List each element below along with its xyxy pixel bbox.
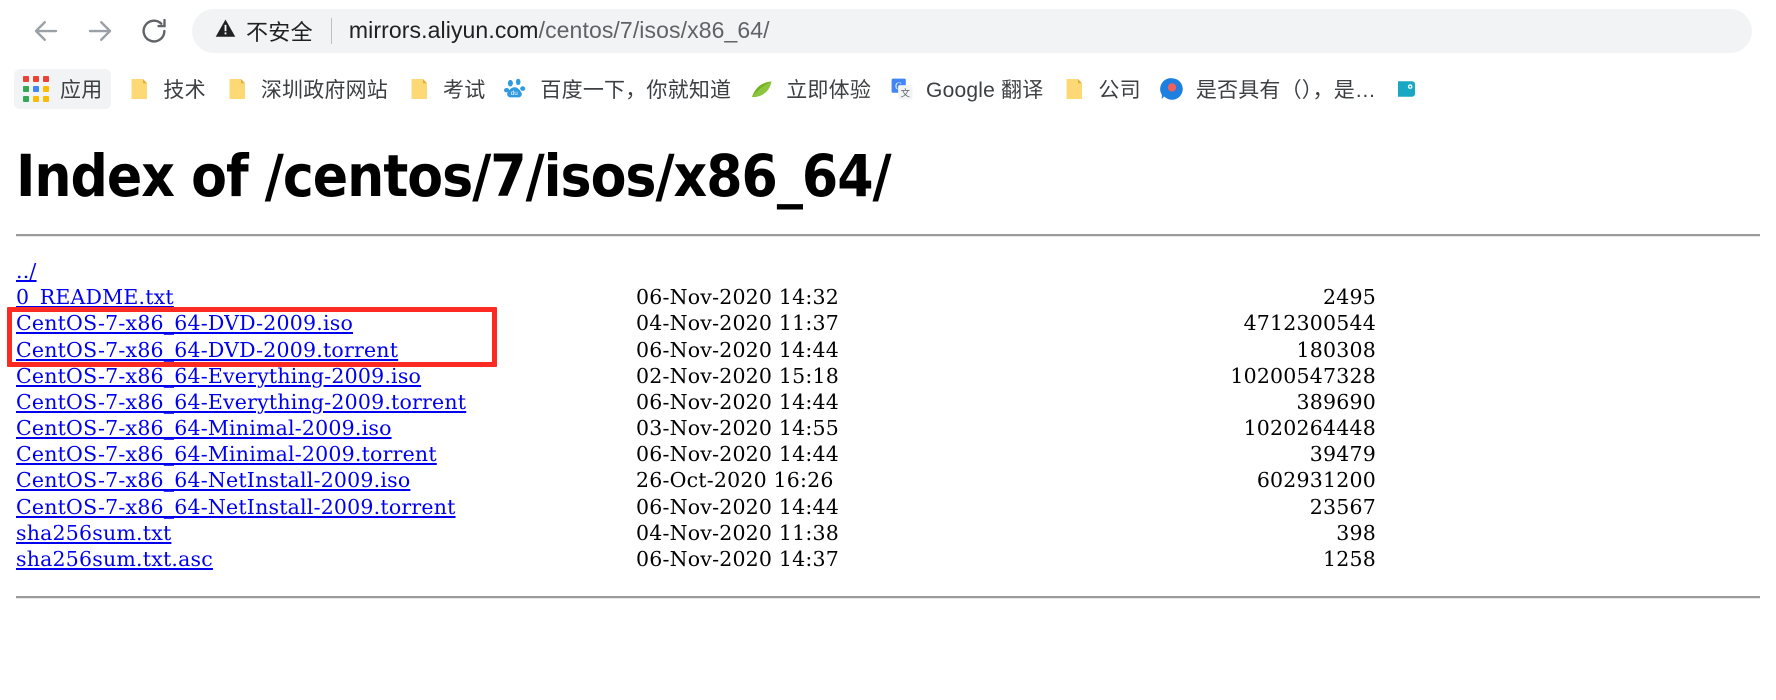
file-date: 06-Nov-2020 14:44 bbox=[636, 389, 839, 414]
listing-row: CentOS-7-x86_64-DVD-2009.iso 04-Nov-2020 … bbox=[16, 310, 1760, 336]
file-link[interactable]: CentOS-7-x86_64-NetInstall-2009.iso bbox=[16, 467, 410, 493]
file-link[interactable]: sha256sum.txt.asc bbox=[16, 546, 213, 572]
file-date: 03-Nov-2020 14:55 bbox=[636, 416, 839, 441]
blue-circle-icon bbox=[1159, 76, 1185, 102]
parent-directory-link[interactable]: ../ bbox=[16, 258, 37, 284]
bookmark-overflow-partial[interactable] bbox=[1385, 69, 1440, 109]
url-path: /centos/7/isos/x86_64/ bbox=[538, 17, 770, 43]
bookmark-label: 考试 bbox=[443, 79, 486, 102]
page-title: Index of /centos/7/isos/x86_64/ bbox=[16, 142, 892, 210]
file-size: 1258 bbox=[1323, 547, 1376, 572]
file-size: 602931200 bbox=[1256, 468, 1376, 493]
green-leaf-icon bbox=[749, 76, 775, 102]
listing-row: CentOS-7-x86_64-Minimal-2009.iso 03-Nov-2… bbox=[16, 415, 1760, 441]
directory-listing: ../0_README.txt 06-Nov-2020 14:32 2495 Cent… bbox=[7, 258, 1760, 572]
listing-row: CentOS-7-x86_64-Everything-2009.torrent 0… bbox=[16, 389, 1760, 415]
svg-text:文: 文 bbox=[901, 87, 911, 99]
file-date: 26-Oct-2020 16:26 bbox=[636, 468, 834, 493]
listing-row: CentOS-7-x86_64-NetInstall-2009.iso 26-Oc… bbox=[16, 467, 1760, 493]
file-link[interactable]: CentOS-7-x86_64-Everything-2009.iso bbox=[16, 363, 421, 389]
file-date: 06-Nov-2020 14:44 bbox=[636, 442, 839, 467]
file-link[interactable]: sha256sum.txt bbox=[16, 520, 171, 546]
folder-icon bbox=[126, 76, 152, 102]
file-date: 06-Nov-2020 14:37 bbox=[636, 547, 839, 572]
file-size: 389690 bbox=[1296, 389, 1376, 414]
bookmark-label: 技术 bbox=[163, 79, 206, 102]
listing-row: sha256sum.txt 04-Nov-2020 11:38 398 bbox=[16, 520, 1760, 546]
listing-row: 0_README.txt 06-Nov-2020 14:32 2495 bbox=[16, 284, 1760, 310]
warning-triangle-icon bbox=[214, 17, 237, 45]
page-content: Index of /centos/7/isos/x86_64/ ../0_REA… bbox=[0, 117, 1776, 600]
file-link[interactable]: CentOS-7-x86_64-DVD-2009.iso bbox=[16, 310, 353, 336]
file-link[interactable]: CentOS-7-x86_64-NetInstall-2009.torrent bbox=[16, 494, 456, 520]
url-text: mirrors.aliyun.com/centos/7/isos/x86_64/ bbox=[349, 17, 770, 44]
file-size: 180308 bbox=[1296, 337, 1376, 362]
file-date: 04-Nov-2020 11:38 bbox=[636, 520, 839, 545]
bookmark-label: 百度一下，你就知道 bbox=[540, 79, 732, 102]
security-status-chip[interactable]: 不安全 bbox=[214, 15, 313, 47]
file-date: 06-Nov-2020 14:44 bbox=[636, 337, 839, 362]
listing-row: CentOS-7-x86_64-Minimal-2009.torrent 06-N… bbox=[16, 441, 1760, 467]
security-status-text: 不安全 bbox=[246, 19, 313, 45]
bookmark-label: 应用 bbox=[60, 79, 103, 102]
bookmark-baidu[interactable]: du 百度一下，你就知道 bbox=[494, 69, 740, 109]
file-date: 02-Nov-2020 15:18 bbox=[636, 363, 839, 388]
browser-toolbar: 不安全 mirrors.aliyun.com/centos/7/isos/x86… bbox=[0, 0, 1776, 61]
file-size: 4712300544 bbox=[1243, 311, 1376, 336]
arrow-right-icon bbox=[85, 16, 115, 46]
bookmark-folder-exam[interactable]: 考试 bbox=[397, 69, 494, 109]
file-link[interactable]: CentOS-7-x86_64-Everything-2009.torrent bbox=[16, 389, 466, 415]
file-link[interactable]: CentOS-7-x86_64-DVD-2009.torrent bbox=[16, 337, 398, 363]
omnibox-divider bbox=[330, 17, 332, 44]
file-size: 398 bbox=[1336, 520, 1376, 545]
bookmark-folder-company[interactable]: 公司 bbox=[1052, 69, 1149, 109]
file-date: 06-Nov-2020 14:44 bbox=[636, 494, 839, 519]
baidu-paw-icon: du bbox=[503, 76, 529, 102]
listing-row-parent: ../ bbox=[16, 258, 1760, 284]
forward-button[interactable] bbox=[76, 7, 124, 55]
file-date: 04-Nov-2020 11:37 bbox=[636, 311, 839, 336]
file-date: 06-Nov-2020 14:32 bbox=[636, 285, 839, 310]
bookmark-label: 是否具有（），是… bbox=[1195, 79, 1377, 102]
file-link[interactable]: CentOS-7-x86_64-Minimal-2009.torrent bbox=[16, 441, 437, 467]
file-link[interactable]: CentOS-7-x86_64-Minimal-2009.iso bbox=[16, 415, 392, 441]
svg-text:du: du bbox=[511, 90, 519, 97]
back-button[interactable] bbox=[22, 7, 70, 55]
bookmark-label: Google 翻译 bbox=[926, 79, 1044, 102]
listing-row: CentOS-7-x86_64-Everything-2009.iso 02-No… bbox=[16, 363, 1760, 389]
file-size: 10200547328 bbox=[1230, 363, 1376, 388]
bookmarks-bar: 应用 技术 深圳政府网站 考试 du 百度一下，你就知道 立即体验 文 Goog… bbox=[0, 61, 1776, 117]
address-bar[interactable]: 不安全 mirrors.aliyun.com/centos/7/isos/x86… bbox=[192, 8, 1752, 53]
bookmark-apps[interactable]: 应用 bbox=[14, 69, 112, 109]
reload-button[interactable] bbox=[130, 7, 178, 55]
file-size: 2495 bbox=[1323, 285, 1376, 310]
arrow-left-icon bbox=[31, 16, 61, 46]
google-translate-icon: G 文 bbox=[889, 76, 915, 102]
file-size: 39479 bbox=[1309, 442, 1376, 467]
folder-icon bbox=[224, 76, 250, 102]
divider-bottom bbox=[16, 596, 1760, 600]
bookmark-folder-shenzhen-gov[interactable]: 深圳政府网站 bbox=[215, 69, 397, 109]
apps-grid-icon bbox=[23, 76, 49, 102]
bookmark-question[interactable]: 是否具有（），是… bbox=[1150, 69, 1385, 109]
divider-top bbox=[16, 233, 1760, 237]
file-size: 1020264448 bbox=[1243, 416, 1376, 441]
listing-row: CentOS-7-x86_64-DVD-2009.torrent 06-Nov-2… bbox=[16, 337, 1760, 363]
reload-icon bbox=[139, 16, 169, 46]
bookmark-label: 立即体验 bbox=[786, 79, 872, 102]
folder-icon bbox=[406, 76, 432, 102]
partial-cut-icon bbox=[1394, 76, 1420, 102]
bookmark-label: 公司 bbox=[1098, 79, 1141, 102]
folder-icon bbox=[1061, 76, 1087, 102]
file-size: 23567 bbox=[1309, 494, 1376, 519]
bookmark-spring[interactable]: 立即体验 bbox=[740, 69, 880, 109]
bookmark-google-translate[interactable]: G 文 Google 翻译 bbox=[880, 69, 1052, 109]
url-host: mirrors.aliyun.com bbox=[348, 17, 539, 43]
file-link[interactable]: 0_README.txt bbox=[16, 284, 174, 310]
bookmark-folder-tech[interactable]: 技术 bbox=[117, 69, 214, 109]
bookmark-label: 深圳政府网站 bbox=[260, 79, 389, 102]
listing-row: CentOS-7-x86_64-NetInstall-2009.torrent 0… bbox=[16, 494, 1760, 520]
listing-row: sha256sum.txt.asc 06-Nov-2020 14:37 1258 bbox=[16, 546, 1760, 572]
